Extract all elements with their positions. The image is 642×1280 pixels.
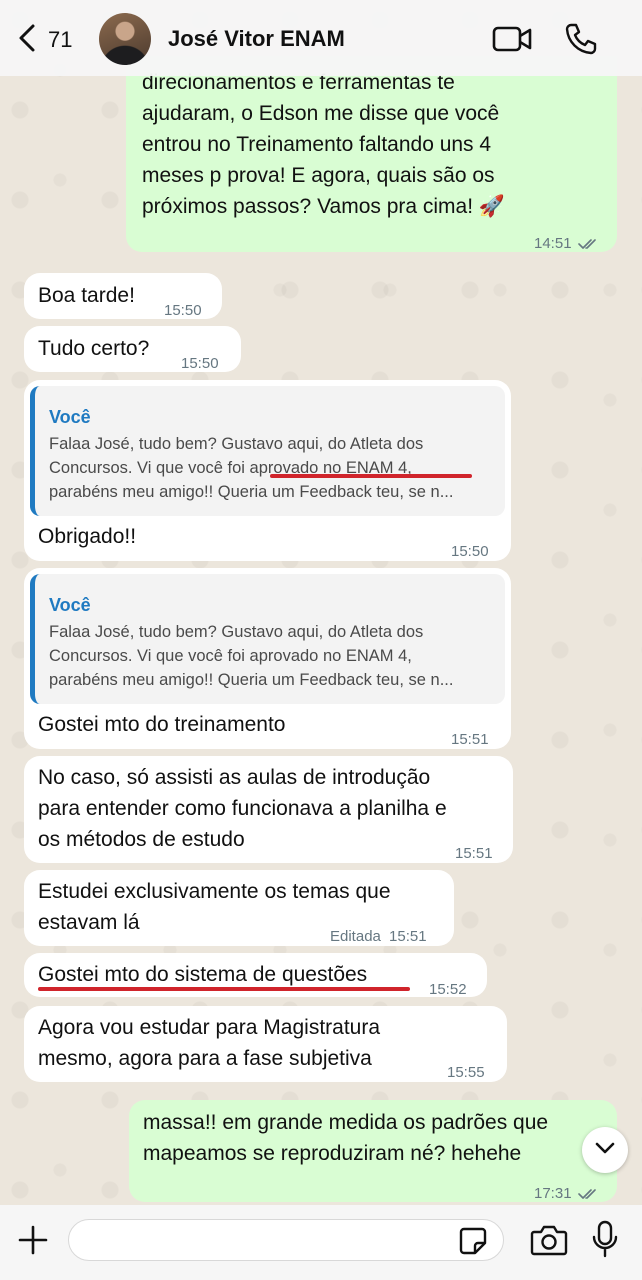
quote-author: Você: [49, 595, 91, 615]
time-label: 14:51: [534, 235, 572, 252]
message-time: 15:50: [164, 302, 202, 319]
camera-icon: [530, 1225, 568, 1261]
contact-name[interactable]: José Vitor ENAM: [168, 26, 345, 52]
message-time: 15:51: [451, 731, 489, 748]
quoted-message[interactable]: Você Falaa José, tudo bem? Gustavo aqui,…: [30, 386, 505, 516]
plus-icon: [16, 1225, 50, 1261]
message-time: 15:50: [451, 543, 489, 560]
chat-header: 71 José Vitor ENAM: [0, 0, 642, 76]
chevron-left-icon: [16, 23, 38, 58]
message-text: Tudo certo?: [38, 337, 150, 360]
microphone-icon: [590, 1220, 620, 1263]
message-bubble-incoming[interactable]: Boa tarde! 15:50: [24, 273, 222, 319]
scroll-to-bottom-button[interactable]: [582, 1127, 628, 1173]
message-text: No caso, só assisti as aulas de introduç…: [38, 766, 447, 851]
message-time: Editada 15:51: [330, 921, 427, 952]
message-time: 15:52: [429, 981, 467, 998]
message-time: 15:55: [447, 1064, 485, 1081]
read-ticks-icon: [577, 230, 598, 261]
message-bubble-incoming[interactable]: No caso, só assisti as aulas de introduç…: [24, 756, 513, 863]
message-text: Boa tarde!: [38, 284, 135, 307]
message-input[interactable]: [68, 1219, 504, 1261]
message-time: 15:50: [181, 355, 219, 372]
message-bubble-incoming[interactable]: Estudei exclusivamente os temas que esta…: [24, 870, 454, 946]
message-time: 15:51: [455, 845, 493, 862]
composer-bar: [0, 1205, 642, 1280]
message-text: massa!! em grande medida os padrões que …: [143, 1111, 549, 1165]
message-time: 14:51: [534, 228, 598, 261]
sticker-button[interactable]: [458, 1226, 488, 1256]
message-text: Obrigado!!: [38, 525, 137, 548]
back-button[interactable]: 71: [16, 22, 88, 58]
video-call-button[interactable]: [492, 24, 532, 54]
chevron-down-icon: [594, 1141, 616, 1160]
time-label: 17:31: [534, 1185, 572, 1202]
message-bubble-outgoing[interactable]: massa!! em grande medida os padrões que …: [129, 1100, 617, 1202]
phone-icon: [564, 23, 598, 60]
message-bubble-incoming[interactable]: Agora vou estudar para Magistratura mesm…: [24, 1006, 507, 1082]
voice-call-button[interactable]: [564, 22, 598, 56]
unread-count: 71: [48, 27, 73, 52]
highlight-underline: [270, 474, 472, 478]
quote-author: Você: [49, 407, 91, 427]
voice-message-button[interactable]: [590, 1219, 620, 1259]
sticker-icon: [458, 1227, 488, 1260]
message-bubble-incoming[interactable]: Tudo certo? 15:50: [24, 326, 241, 372]
message-bubble-incoming[interactable]: Você Falaa José, tudo bem? Gustavo aqui,…: [24, 568, 511, 749]
highlight-underline: [38, 987, 410, 991]
message-text: Agora vou estudar para Magistratura mesm…: [38, 1016, 381, 1070]
message-bubble-outgoing[interactable]: direcionamentos e ferramentas te ajudara…: [126, 56, 617, 252]
message-text: Gostei mto do sistema de questões: [38, 963, 368, 986]
message-text: Gostei mto do treinamento: [38, 713, 286, 736]
quote-text: Falaa José, tudo bem? Gustavo aqui, do A…: [49, 623, 454, 689]
edited-label: Editada: [330, 928, 381, 945]
video-camera-icon: [492, 26, 532, 58]
message-text: direcionamentos e ferramentas te ajudara…: [142, 71, 506, 218]
time-label: 15:51: [389, 928, 427, 945]
attach-button[interactable]: [16, 1223, 50, 1257]
message-bubble-incoming[interactable]: Você Falaa José, tudo bem? Gustavo aqui,…: [24, 380, 511, 561]
quoted-message[interactable]: Você Falaa José, tudo bem? Gustavo aqui,…: [30, 574, 505, 704]
camera-button[interactable]: [530, 1223, 568, 1257]
quote-text: Falaa José, tudo bem? Gustavo aqui, do A…: [49, 435, 454, 501]
avatar[interactable]: [99, 13, 151, 65]
message-bubble-incoming[interactable]: Gostei mto do sistema de questões 15:52: [24, 953, 487, 998]
